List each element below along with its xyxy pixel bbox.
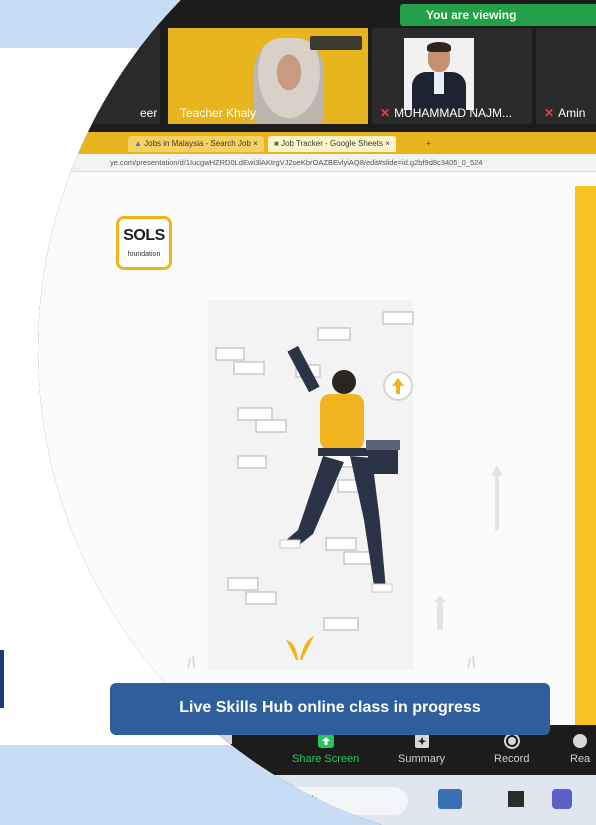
task-view-icon[interactable] xyxy=(508,791,524,807)
viewing-banner: You are viewing xyxy=(400,4,596,26)
record-icon xyxy=(503,733,520,749)
sols-logo: SOLS foundation xyxy=(116,216,172,270)
close-tab-icon[interactable]: × xyxy=(385,139,390,148)
participant-name: Teacher Khaly xyxy=(180,106,257,120)
browser-tab-active[interactable]: ■ Job Tracker - Google Sheets × xyxy=(268,136,396,152)
participant-tile[interactable]: ✕ Amin xyxy=(536,28,596,124)
reactions-button[interactable]: Rea xyxy=(570,733,590,765)
participant-tile[interactable]: eer xyxy=(40,28,160,124)
taskbar-app-icon[interactable] xyxy=(438,789,462,809)
chat-button[interactable]: Chat xyxy=(212,733,235,765)
participant-strip: You are viewing eer Teacher Khaly ✕ MUHA… xyxy=(38,0,596,132)
participant-name: eer xyxy=(140,106,158,120)
drive-icon: ▲ xyxy=(134,139,142,148)
search-icon: ⚲ xyxy=(266,792,275,806)
close-tab-icon[interactable]: × xyxy=(253,139,258,148)
climbing-illustration xyxy=(187,300,503,670)
participant-tile-active[interactable]: Teacher Khaly xyxy=(168,28,368,124)
share-screen-icon xyxy=(317,734,334,748)
chat-icon xyxy=(215,734,232,748)
sheets-icon: ■ xyxy=(274,139,279,148)
caption-label: Live Skills Hub online class in progress xyxy=(110,683,550,735)
new-tab-button[interactable]: + xyxy=(420,136,437,152)
mic-muted-icon: ✕ xyxy=(544,106,555,120)
mic-muted-icon: ✕ xyxy=(380,106,391,120)
slide-accent-stripe xyxy=(575,186,596,725)
participant-video xyxy=(404,38,474,110)
share-screen-button[interactable]: Share Screen xyxy=(292,733,359,765)
video-controls-icon[interactable] xyxy=(310,36,362,50)
participant-video xyxy=(254,38,324,124)
participant-name: ✕ Amin xyxy=(544,106,586,120)
browser-tab-bar: ▲ Jobs in Malaysia - Search Job × ■ Job … xyxy=(38,132,596,154)
record-button[interactable]: Record xyxy=(494,733,529,765)
taskbar-search[interactable]: ⚲ Search xyxy=(258,787,408,815)
address-bar[interactable]: ye.com/presentation/d/1IucgwHZRD0LdEwi3l… xyxy=(38,154,596,172)
participant-tile[interactable]: ✕ MUHAMMAD NAJM... xyxy=(372,28,532,124)
browser-tab[interactable]: ▲ Jobs in Malaysia - Search Job × xyxy=(128,136,264,152)
windows-taskbar: ⚲ Search xyxy=(38,775,596,825)
summary-icon xyxy=(414,734,429,748)
summary-button[interactable]: Summary xyxy=(398,733,445,765)
reactions-icon xyxy=(573,734,588,748)
participant-name: ✕ MUHAMMAD NAJM... xyxy=(380,106,513,120)
teams-icon[interactable] xyxy=(552,789,572,809)
